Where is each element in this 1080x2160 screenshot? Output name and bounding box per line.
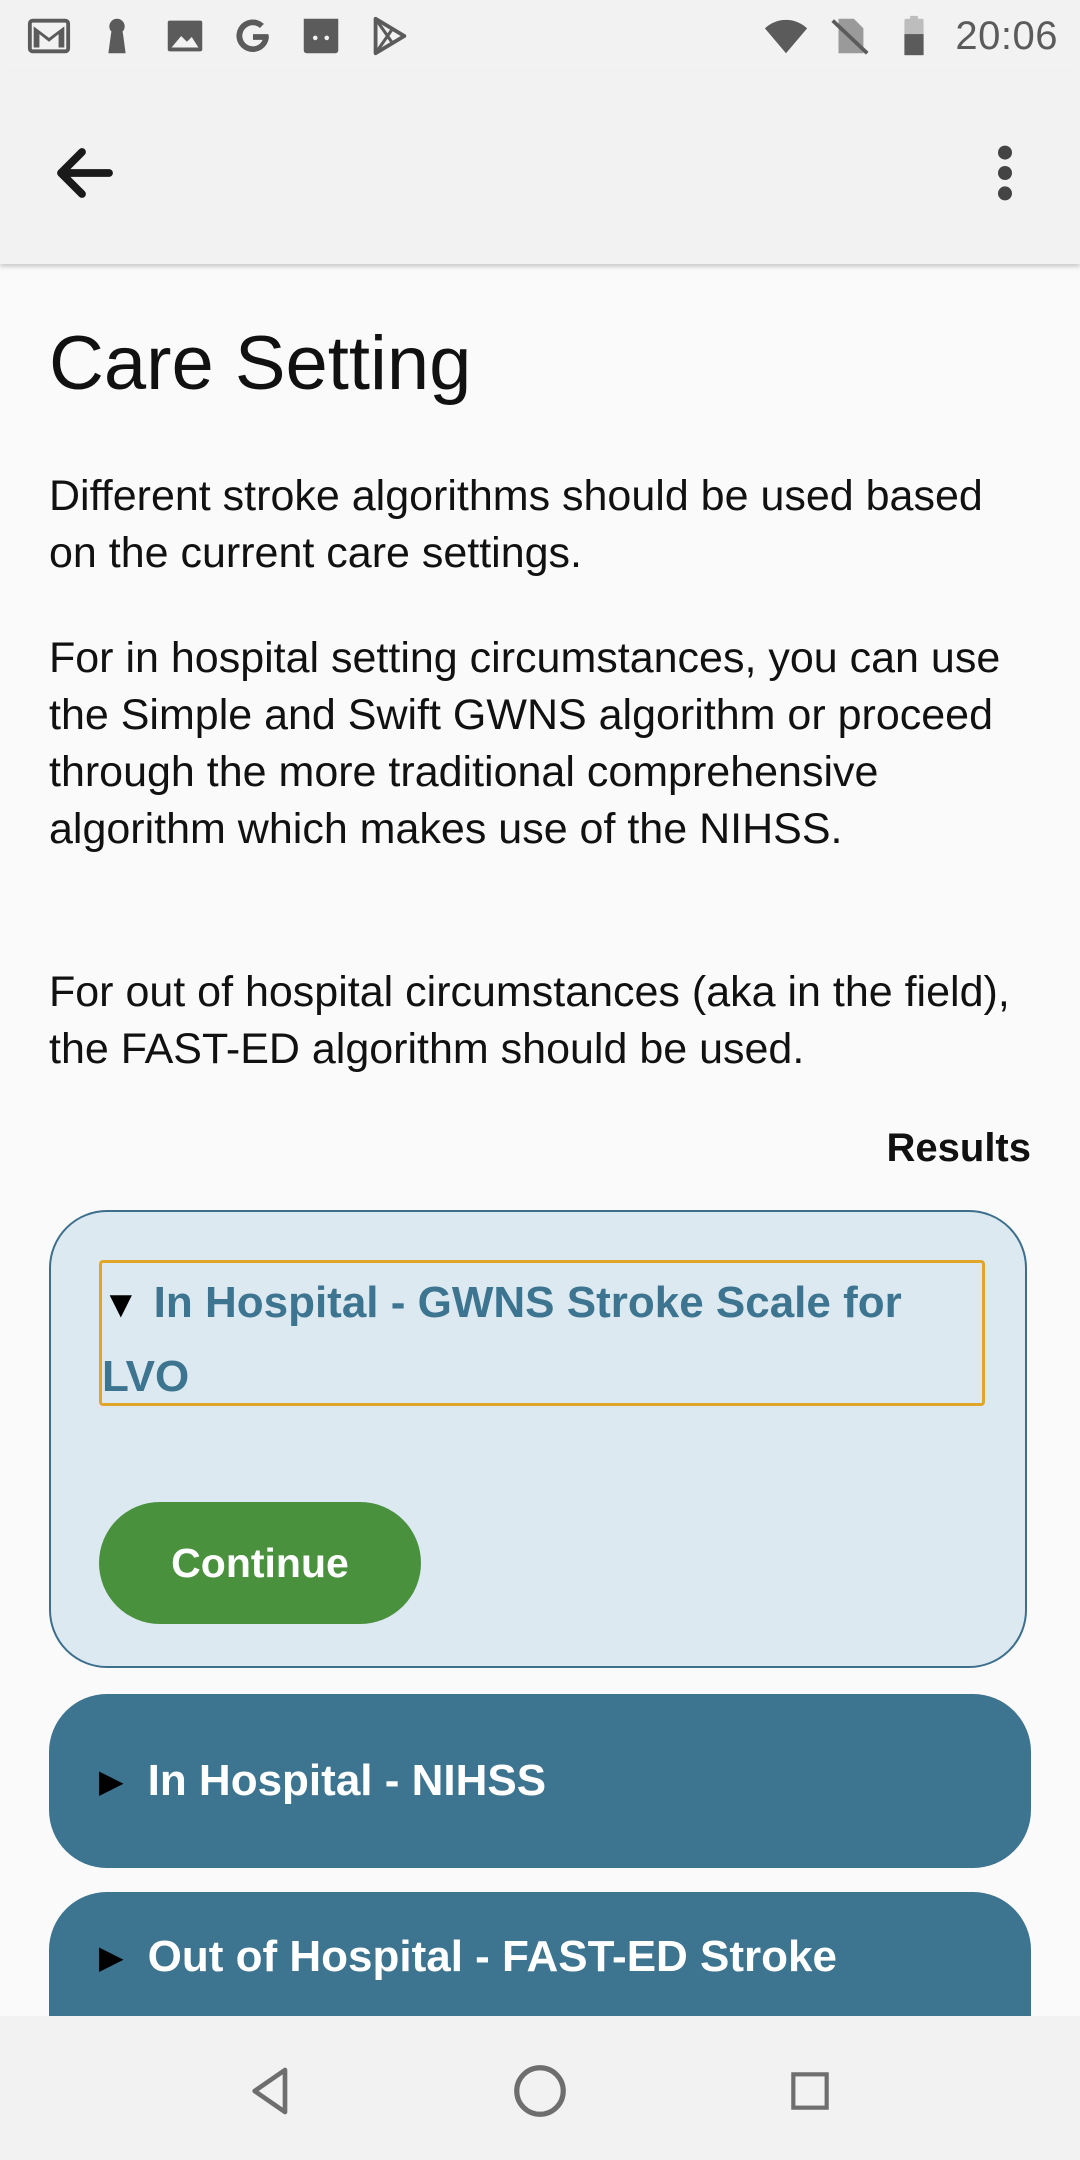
option-label-gwns: In Hospital - GWNS Stroke Scale for LVO	[102, 1278, 902, 1401]
nav-recents-icon	[791, 2072, 829, 2110]
no-sim-icon	[827, 13, 873, 59]
out-of-hospital-paragraph: For out of hospital circumstances (aka i…	[49, 968, 1010, 1073]
system-status: 20:06	[763, 0, 1058, 72]
option-summary-gwns[interactable]: ▼ In Hospital - GWNS Stroke Scale for LVO	[99, 1260, 985, 1406]
nav-home-icon	[514, 2065, 566, 2117]
nav-back-button[interactable]	[236, 2056, 306, 2126]
gmail-icon	[26, 13, 72, 59]
overflow-menu-button[interactable]	[970, 128, 1040, 218]
system-nav-bar	[0, 2016, 1080, 2160]
battery-icon	[891, 13, 937, 59]
option-card-fast-ed[interactable]: ▶ Out of Hospital - FAST-ED Stroke	[49, 1892, 1031, 2016]
back-button[interactable]	[40, 128, 130, 218]
option-label-nihss: In Hospital - NIHSS	[147, 1756, 547, 1805]
nav-recents-button[interactable]	[775, 2056, 845, 2126]
status-bar: 20:06	[0, 0, 1080, 72]
clock: 20:06	[955, 13, 1058, 58]
caret-down-icon: ▼	[102, 1284, 140, 1326]
option-card-gwns: ▼ In Hospital - GWNS Stroke Scale for LVO…	[49, 1210, 1027, 1668]
google-icon	[230, 13, 276, 59]
option-card-nihss[interactable]: ▶ In Hospital - NIHSS	[49, 1694, 1031, 1868]
notification-icons	[26, 13, 412, 59]
in-hospital-paragraph: For in hospital setting circumstances, y…	[49, 634, 1001, 853]
play-store-icon	[366, 13, 412, 59]
caret-right-icon: ▶	[99, 1763, 124, 1799]
image-icon	[162, 13, 208, 59]
keyhole-icon	[94, 13, 140, 59]
nav-home-button[interactable]	[505, 2056, 575, 2126]
intro-paragraph: Different stroke algorithms should be us…	[49, 472, 983, 577]
continue-button[interactable]: Continue	[99, 1502, 421, 1624]
wifi-icon	[763, 13, 809, 59]
page-title: Care Setting	[49, 321, 472, 406]
caret-right-icon: ▶	[99, 1939, 124, 1975]
more-vert-icon	[998, 145, 1012, 201]
content-scroll[interactable]: Care Setting Different stroke algorithms…	[0, 264, 1080, 2016]
android-box-icon	[298, 13, 344, 59]
option-label-fast-ed: Out of Hospital - FAST-ED Stroke	[147, 1932, 837, 1981]
nav-back-icon	[252, 2067, 288, 2115]
app-bar	[0, 72, 1080, 264]
results-label: Results	[886, 1126, 1032, 1170]
arrow-back-icon	[57, 148, 113, 198]
